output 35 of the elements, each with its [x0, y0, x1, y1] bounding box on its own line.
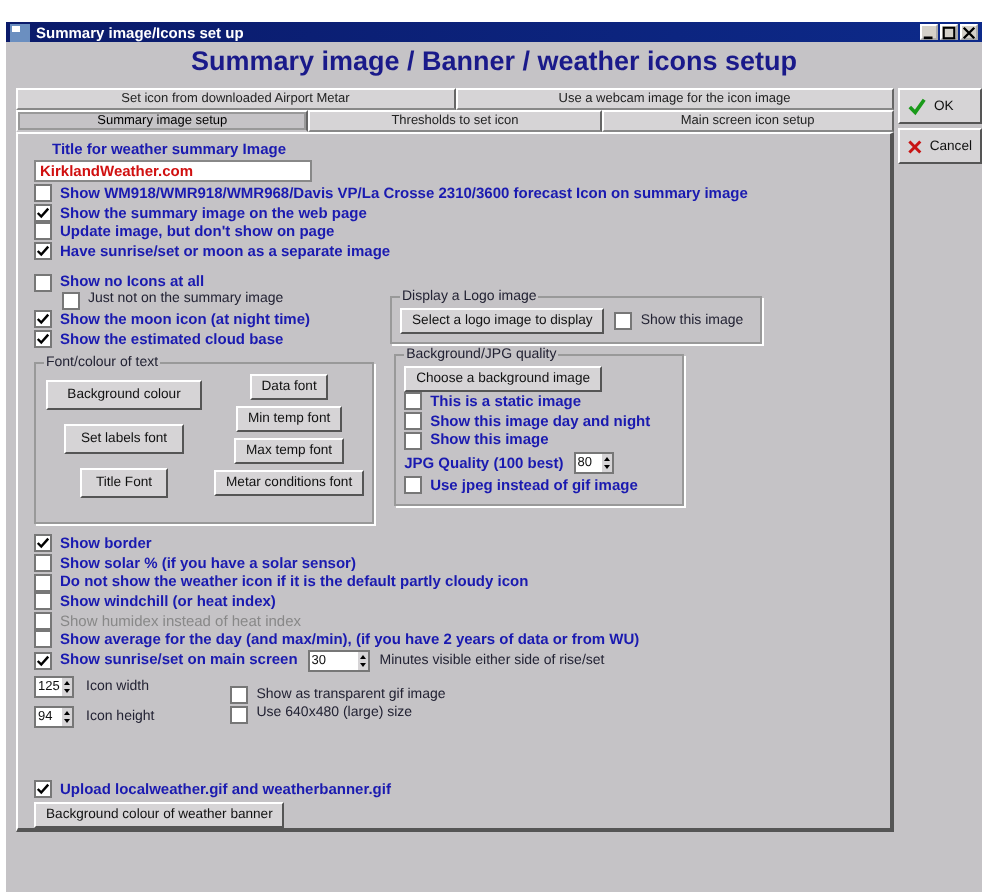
- cross-icon: [908, 137, 922, 155]
- checkbox[interactable]: [34, 554, 52, 573]
- checkbox[interactable]: [404, 476, 423, 495]
- spin-arrows-icon[interactable]: [357, 651, 368, 670]
- spin-arrows-icon[interactable]: [601, 453, 612, 472]
- spin-arrows-icon[interactable]: [62, 677, 72, 696]
- checkbox[interactable]: [34, 573, 52, 592]
- checkbox[interactable]: [230, 686, 249, 705]
- checkbox[interactable]: [34, 310, 52, 329]
- close-icon: [962, 25, 976, 39]
- checkbox[interactable]: [34, 651, 52, 670]
- dialog-heading: Summary image / Banner / weather icons setup: [188, 44, 800, 80]
- checkbox[interactable]: [404, 412, 423, 431]
- checkbox[interactable]: [404, 392, 423, 411]
- app-icon: [10, 23, 30, 41]
- checkbox[interactable]: [62, 291, 80, 310]
- checkbox[interactable]: [34, 630, 52, 649]
- checkbox[interactable]: [34, 273, 52, 292]
- checkbox[interactable]: [614, 312, 633, 331]
- checkbox[interactable]: [34, 592, 52, 611]
- checkbox[interactable]: [34, 780, 52, 799]
- checkbox[interactable]: [230, 705, 249, 724]
- checkbox[interactable]: [34, 203, 52, 222]
- close-button[interactable]: [960, 24, 978, 40]
- checkbox[interactable]: [34, 329, 52, 348]
- checkmark-icon: [908, 97, 926, 115]
- checkbox[interactable]: [34, 242, 52, 261]
- checkbox[interactable]: [404, 431, 423, 450]
- maximize-icon: [942, 25, 956, 39]
- minimize-button[interactable]: [920, 24, 938, 40]
- checkbox[interactable]: [34, 534, 52, 553]
- checkbox[interactable]: [34, 222, 52, 241]
- checkbox[interactable]: [34, 184, 52, 203]
- spin-arrows-icon[interactable]: [62, 707, 72, 726]
- maximize-button[interactable]: [940, 24, 958, 40]
